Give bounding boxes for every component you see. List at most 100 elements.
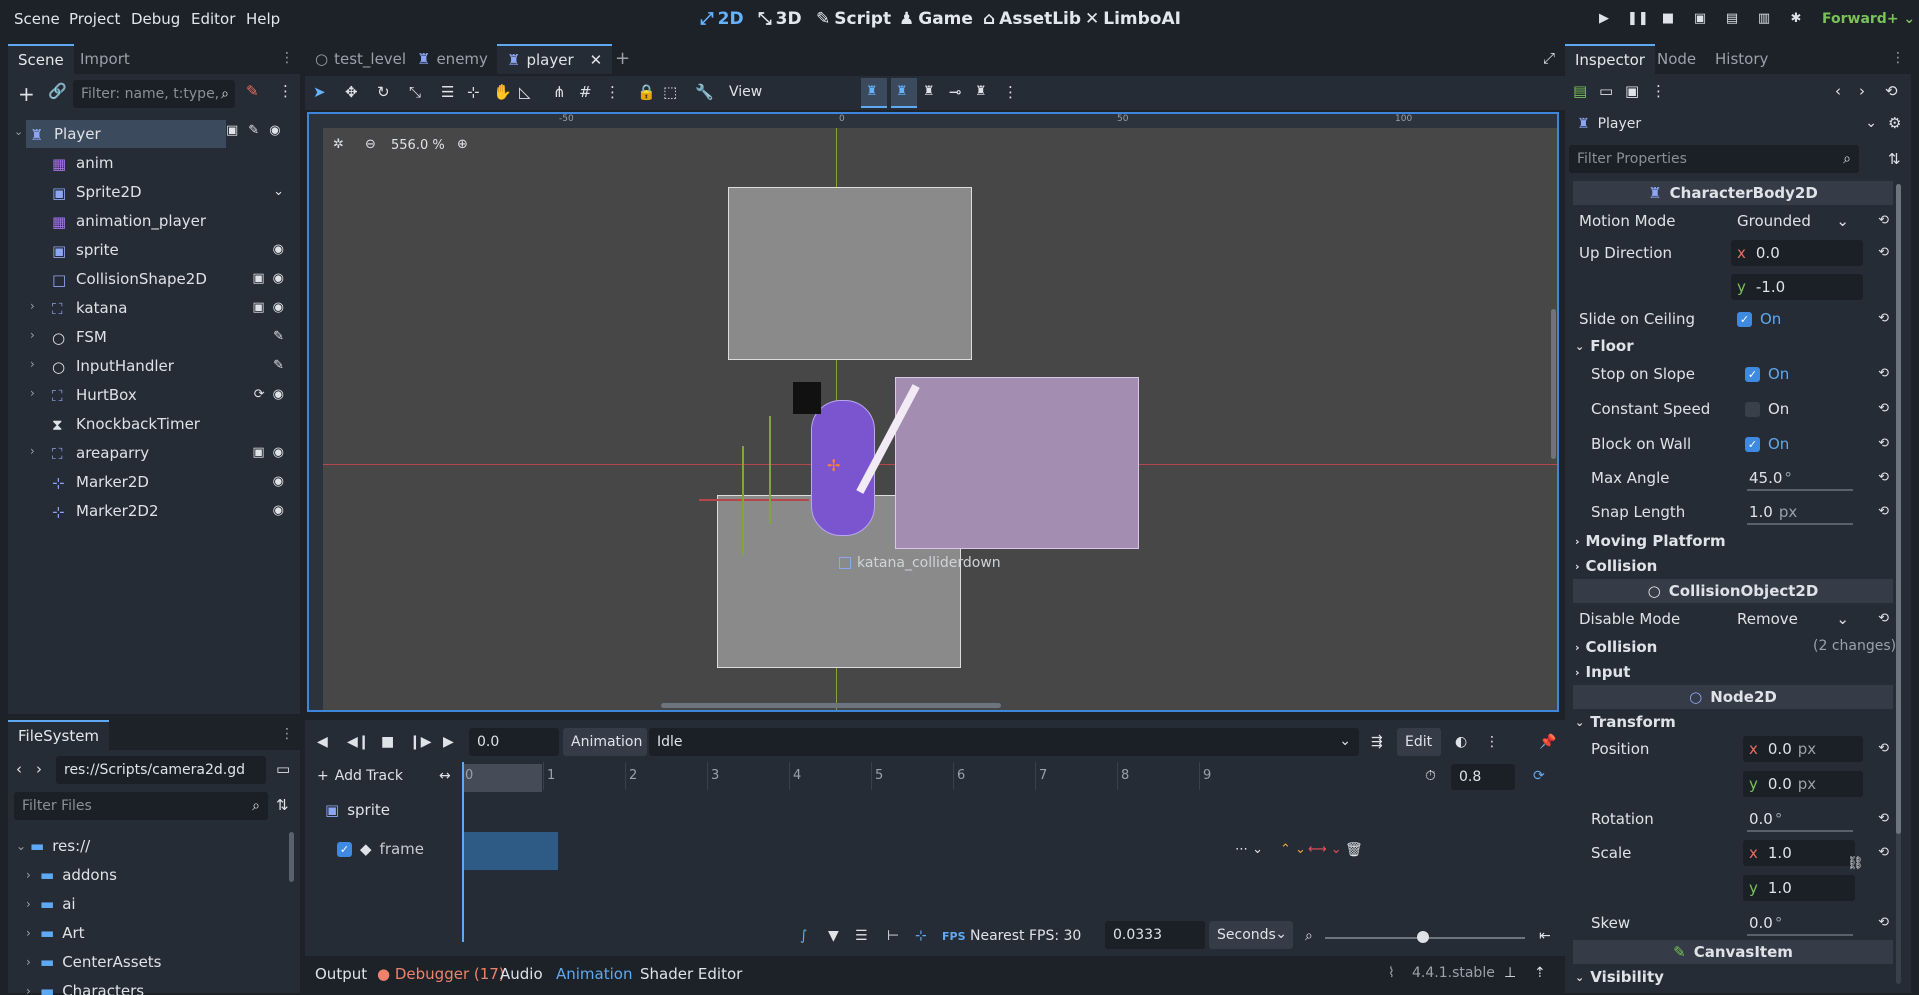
expand-width-icon[interactable]: ↔ bbox=[439, 768, 451, 784]
loop-icon[interactable]: ⟳ bbox=[1533, 768, 1545, 784]
animation-menu-button[interactable]: Animation bbox=[563, 728, 647, 756]
fps-icon[interactable]: FPS bbox=[942, 930, 966, 943]
list-icon[interactable]: ☰ bbox=[855, 928, 868, 944]
back-arrow-icon[interactable]: ‹ bbox=[16, 762, 22, 777]
tab-import[interactable]: Import bbox=[70, 44, 140, 74]
new-resource-icon[interactable]: ▤ bbox=[1573, 84, 1587, 99]
filter-icon[interactable]: ▼ bbox=[828, 928, 839, 944]
fs-root[interactable]: ⌄ ▬ res:// bbox=[16, 832, 266, 860]
canvas-viewport[interactable]: -50 0 50 100 ✲ ⊖ 556.0 % ⊕ ✢ katana_coll… bbox=[307, 112, 1559, 712]
menu-editor[interactable]: Editor bbox=[191, 10, 235, 28]
zoom-out-icon[interactable]: ⊖ bbox=[365, 138, 376, 151]
move-tool-icon[interactable]: ✥ bbox=[345, 85, 358, 100]
group-icon[interactable]: ▣ bbox=[252, 271, 264, 286]
open-resource-icon[interactable]: ▭ bbox=[1599, 84, 1613, 99]
filter-files-input[interactable]: Filter Files ⌕ bbox=[14, 792, 268, 820]
zoom-slider-handle[interactable] bbox=[1417, 931, 1429, 943]
link-scale-icon[interactable]: ⛓ bbox=[1847, 856, 1864, 871]
script-icon[interactable]: ✎ bbox=[273, 329, 284, 344]
update-mode-icon[interactable]: ⌃ ⌄ bbox=[1280, 842, 1306, 857]
animation-time-field[interactable]: 0.0 bbox=[469, 728, 559, 756]
section-collisionobject2d[interactable]: ○ CollisionObject2D bbox=[1573, 579, 1893, 603]
workspace-limboai-button[interactable]: ✕ LimboAI bbox=[1085, 9, 1181, 29]
chevron-down-icon[interactable]: ⌄ bbox=[273, 184, 284, 199]
tab-node[interactable]: Node bbox=[1647, 44, 1706, 74]
object-selector[interactable]: ♜ Player ⌄ bbox=[1569, 110, 1883, 138]
fs-folder[interactable]: › ▬ Characters bbox=[26, 977, 276, 995]
distraction-free-icon[interactable]: ⤢ bbox=[1543, 51, 1555, 66]
group-collision-object[interactable]: › Collision bbox=[1575, 638, 1657, 656]
tree-node-collisionshape2d[interactable]: □ CollisionShape2D ▣ ◉ bbox=[38, 265, 292, 293]
history-forward-icon[interactable]: › bbox=[1859, 84, 1865, 99]
expand-arrow-icon[interactable]: › bbox=[30, 328, 35, 342]
fs-folder[interactable]: › ▬ ai bbox=[26, 890, 276, 918]
track-enabled-checkbox[interactable]: ✓ bbox=[337, 841, 352, 857]
tree-node-inputhandler[interactable]: › ○ InputHandler ✎ bbox=[30, 352, 292, 380]
play-backwards-start-icon[interactable]: ◀ bbox=[317, 734, 328, 750]
history-back-icon[interactable]: ‹ bbox=[1835, 84, 1841, 99]
revert-icon[interactable]: ⟲ bbox=[1878, 915, 1889, 930]
rotate-tool-icon[interactable]: ↻ bbox=[377, 85, 390, 100]
ruler-tool-icon[interactable]: ◺ bbox=[519, 85, 531, 100]
scene-filter-input[interactable]: Filter: name, t:type, ⌕ bbox=[73, 80, 235, 108]
save-resource-icon[interactable]: ▣ bbox=[1625, 84, 1639, 99]
renderer-selector[interactable]: Forward+ ⌄ bbox=[1822, 11, 1915, 27]
tree-node-marker2d2[interactable]: ⊹ Marker2D2 ◉ bbox=[38, 497, 292, 525]
tree-node-sprite[interactable]: ▣ sprite ◉ bbox=[38, 236, 292, 264]
revert-icon[interactable]: ⟲ bbox=[1878, 811, 1889, 826]
pan-tool-icon[interactable]: ✋ bbox=[493, 85, 512, 100]
snap-timeline-icon[interactable]: ⊹ bbox=[915, 928, 927, 944]
animation-select[interactable]: Idle ⌄ bbox=[649, 728, 1359, 756]
center-view-icon[interactable]: ✲ bbox=[333, 138, 344, 151]
chevron-down-icon[interactable]: ⌄ bbox=[16, 839, 26, 853]
stop-icon[interactable]: ■ bbox=[381, 734, 394, 750]
max-angle-slider[interactable] bbox=[1747, 489, 1853, 491]
expand-arrow-icon[interactable]: › bbox=[30, 357, 35, 371]
scale-x-field[interactable]: x 1.0 bbox=[1743, 840, 1855, 866]
group-input[interactable]: › Input bbox=[1575, 663, 1630, 681]
snap-length-field[interactable]: 1.0 px bbox=[1743, 499, 1855, 525]
group-moving-platform[interactable]: › Moving Platform bbox=[1575, 532, 1726, 550]
play-custom-scene-icon[interactable]: ▥ bbox=[1755, 11, 1773, 29]
resource-menu-icon[interactable]: ⋮ bbox=[1651, 84, 1666, 99]
list-select-icon[interactable]: ☰ bbox=[441, 85, 454, 100]
workspace-3d-button[interactable]: ⤡ 3D bbox=[758, 9, 802, 29]
visibility-eye-icon[interactable]: ◉ bbox=[273, 503, 284, 518]
signal-icon[interactable]: ⟳ bbox=[254, 387, 265, 402]
add-node-icon[interactable]: + bbox=[18, 84, 35, 104]
key-auto-icon[interactable]: ♜ bbox=[975, 85, 987, 98]
group-icon[interactable]: ▣ bbox=[252, 300, 264, 315]
workspace-game-button[interactable]: ♟ Game bbox=[899, 9, 973, 29]
tree-node-sprite2d[interactable]: ▣ Sprite2D ⌄ bbox=[38, 178, 292, 206]
play-backwards-icon[interactable]: ◀❙ bbox=[347, 734, 370, 750]
play-forward-icon[interactable]: ❙▶ bbox=[409, 734, 432, 750]
collision-rect-top[interactable] bbox=[728, 187, 972, 360]
edit-menu-button[interactable]: Edit bbox=[1397, 728, 1441, 756]
script-attach-icon[interactable]: ✎ bbox=[246, 84, 259, 99]
scene-menu-icon[interactable]: ⋮ bbox=[278, 84, 293, 99]
key-insert-icon[interactable]: ⊸ bbox=[949, 85, 962, 100]
chevron-right-icon[interactable]: › bbox=[26, 926, 36, 940]
key-menu-icon[interactable]: ⋮ bbox=[1003, 85, 1018, 100]
pivot-tool-icon[interactable]: ⊹ bbox=[467, 85, 480, 100]
revert-icon[interactable]: ⟲ bbox=[1878, 845, 1889, 860]
stop-icon[interactable]: ■ bbox=[1659, 11, 1677, 29]
loop-wrap-icon[interactable]: ⟷ ⌄ bbox=[1308, 842, 1342, 857]
revert-icon[interactable]: ⟲ bbox=[1878, 213, 1889, 228]
section-node2d[interactable]: ○ Node2D bbox=[1573, 685, 1893, 709]
autoplay-icon[interactable]: ⇶ bbox=[1371, 734, 1383, 750]
movie-maker-icon[interactable]: ✱ bbox=[1787, 11, 1805, 29]
tab-history[interactable]: History bbox=[1705, 44, 1778, 74]
position-y-field[interactable]: y 0.0 px bbox=[1743, 771, 1863, 797]
fs-folder[interactable]: › ▬ Art bbox=[26, 919, 276, 947]
zoom-in-icon[interactable]: ⊕ bbox=[457, 138, 468, 151]
tab-animation[interactable]: Animation bbox=[556, 965, 632, 983]
step-field[interactable]: 0.0333 bbox=[1105, 921, 1205, 949]
disable-mode-select[interactable]: Remove ⌄ bbox=[1731, 606, 1851, 632]
play-start-icon[interactable]: ▶ bbox=[443, 734, 454, 750]
skeleton-icon[interactable]: 🔧 bbox=[695, 85, 714, 100]
vertical-scrollbar[interactable] bbox=[1551, 309, 1556, 459]
max-angle-field[interactable]: 45.0 ° bbox=[1743, 465, 1855, 491]
tab-scene[interactable]: Scene bbox=[8, 44, 74, 74]
group-transform[interactable]: ⌄ Transform bbox=[1575, 713, 1676, 731]
